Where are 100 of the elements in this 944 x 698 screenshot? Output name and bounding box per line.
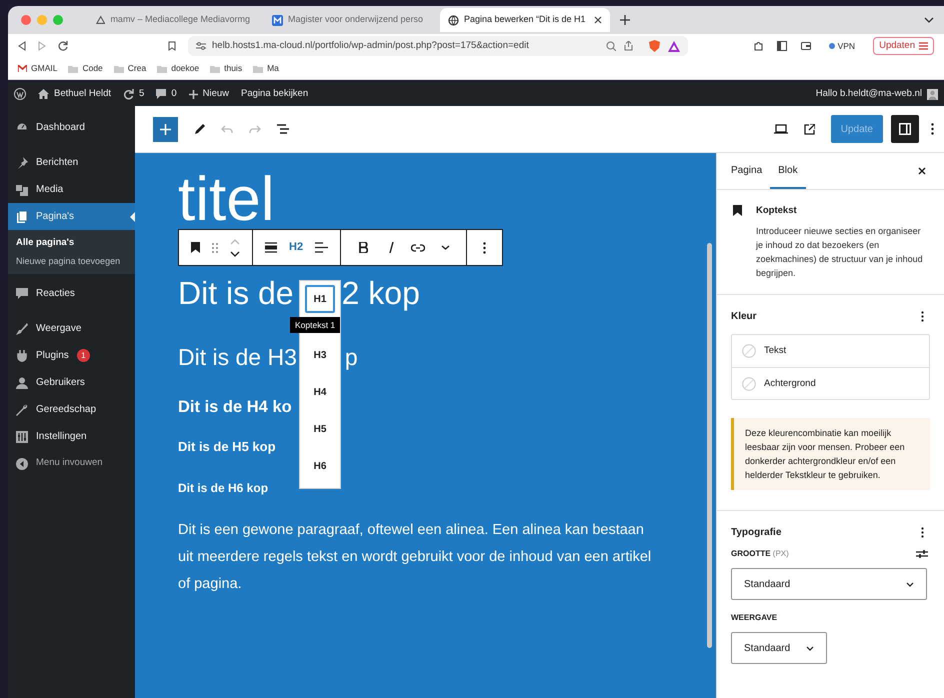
sidebar-item[interactable]: Gebruikers [8, 369, 135, 396]
sidebar-item[interactable]: Media [8, 176, 135, 203]
wallet-icon[interactable] [800, 41, 811, 51]
scrollbar[interactable] [707, 243, 712, 648]
folder-icon [253, 64, 264, 72]
reload-icon[interactable] [58, 41, 68, 51]
shield-icon[interactable] [649, 40, 660, 52]
view-page-link[interactable]: Pagina bekijken [241, 86, 308, 102]
submenu-item[interactable]: Alle pagina's [8, 236, 135, 249]
comments-link[interactable]: 0 [156, 86, 177, 102]
pen-icon[interactable] [194, 124, 205, 134]
bold-icon[interactable] [359, 242, 368, 253]
align-full-icon[interactable] [265, 242, 277, 253]
block-name: Koptekst [756, 204, 798, 218]
color-option[interactable]: Tekst [732, 335, 929, 368]
drag-handle-icon[interactable] [212, 242, 218, 252]
mail-logo-icon [18, 65, 27, 72]
panel-tab[interactable]: Pagina [723, 153, 770, 189]
greeting-link[interactable]: Hallo b.heldt@ma-web.nl [816, 86, 922, 102]
heading-level-option[interactable]: H5 [305, 415, 335, 443]
chevron-down-icon [906, 582, 914, 587]
settings-toggle-button[interactable] [891, 115, 919, 143]
section-title: Kleur [731, 310, 757, 324]
bookmark-item[interactable]: doekoe [157, 62, 200, 75]
folder-icon [114, 64, 124, 72]
bookmark-icon[interactable] [168, 41, 176, 51]
heading-level-button[interactable]: H2 [289, 239, 304, 256]
sidebar-icon[interactable] [776, 41, 787, 51]
bookmark-item[interactable]: GMAIL [18, 62, 58, 75]
avatar-icon[interactable] [927, 88, 938, 100]
options-icon[interactable] [483, 242, 486, 254]
heading-text: Dit is de H4 ko [178, 397, 292, 418]
browser-tab[interactable]: Pagina bewerken “Dit is de H1 [440, 8, 610, 32]
sidebar-item[interactable]: Weergave [8, 315, 135, 342]
panel-tab[interactable]: Blok [770, 153, 806, 189]
warning-notice: Deze kleurencombinatie kan moeilijk leesbaar zijn voor mensen. Probeer een donkerder achtergrondkleur en/of een helderder Tekstkleur te gebruiken. [731, 418, 930, 490]
zoom-icon[interactable] [606, 41, 616, 51]
options-icon[interactable] [931, 123, 934, 135]
status-dot-icon [828, 43, 835, 49]
bookmark-item[interactable]: Crea [114, 62, 146, 75]
chevron-down-icon[interactable] [924, 17, 934, 23]
sidebar-item[interactable]: Berichten [8, 149, 135, 176]
sidebar-item[interactable]: Plugins 1 [8, 342, 135, 369]
new-link[interactable]: Nieuw [188, 86, 230, 102]
close-icon[interactable] [594, 16, 602, 24]
wp-logo-icon[interactable] [14, 88, 26, 100]
heading-level-option[interactable]: H4 [305, 378, 335, 406]
refresh-icon [123, 88, 134, 100]
comment-icon [16, 288, 28, 300]
link-icon[interactable] [411, 244, 426, 252]
sidebar-item[interactable]: Gereedschap [8, 396, 135, 423]
bookmark-item[interactable]: Ma [253, 62, 279, 75]
heading-text: Dit is de H5 kop [178, 438, 276, 456]
heading-text: Dit is de H3 [178, 343, 297, 372]
heading-level-option[interactable]: H3 [305, 341, 335, 369]
browser-tab[interactable]: Magister voor onderwijzend perso [264, 8, 434, 32]
site-link[interactable]: Bethuel Heldt [38, 86, 112, 102]
bookmark-icon[interactable] [191, 242, 200, 253]
bookmark-item[interactable]: thuis [210, 62, 242, 75]
folder-icon [210, 64, 220, 72]
laptop-icon[interactable] [774, 124, 788, 134]
submenu-item[interactable]: Nieuwe pagina toevoegen [8, 255, 135, 268]
empty-swatch-icon [742, 376, 756, 391]
heading-text: 2 kop [342, 274, 420, 313]
heading-level-option[interactable]: H1 [305, 285, 335, 313]
close-icon[interactable] [918, 167, 926, 175]
sidebar-item[interactable]: Dashboard [8, 114, 135, 141]
update-browser-button[interactable]: Updaten [873, 37, 934, 55]
color-option[interactable]: Achtergrond [732, 367, 929, 400]
sidebar-item[interactable]: Pagina's [8, 203, 135, 230]
external-link-icon[interactable] [804, 124, 815, 134]
sidebar-item[interactable]: Reacties [8, 280, 135, 307]
updates-link[interactable]: 5 [123, 86, 144, 102]
back-icon[interactable] [18, 41, 26, 51]
home-icon [38, 89, 49, 99]
list-view-icon[interactable] [277, 124, 289, 134]
options-icon[interactable] [921, 311, 924, 322]
sidebar-item[interactable]: Instellingen [8, 423, 135, 450]
browser-tab[interactable]: mamv – Mediacollege Mediavormg [88, 8, 258, 32]
collapse-menu-button[interactable]: Menu invouwen [8, 450, 135, 477]
select-field[interactable]: Standaard [731, 568, 927, 600]
text-align-icon[interactable] [315, 242, 328, 253]
empty-swatch-icon [742, 344, 756, 358]
options-icon[interactable] [921, 527, 924, 538]
bookmark-item[interactable]: Code [68, 62, 103, 75]
add-block-button[interactable] [153, 116, 178, 142]
italic-icon[interactable] [388, 242, 396, 253]
plus-icon[interactable] [620, 15, 630, 25]
share-icon[interactable] [624, 41, 633, 51]
plus-icon [160, 124, 171, 134]
section-title: Typografie [731, 526, 782, 540]
chevron-down-icon[interactable] [441, 245, 450, 250]
heading-level-option[interactable]: H6 [305, 452, 335, 480]
globe-icon [448, 14, 459, 26]
triangle-logo-icon[interactable] [668, 40, 680, 52]
address-field[interactable]: helb.hosts1.ma-cloud.nl/portfolio/wp-admin/post.php?post=175&action=edit [188, 36, 688, 56]
vpn-button[interactable]: VPN [824, 40, 860, 52]
extension-icon[interactable] [752, 41, 763, 51]
select-field[interactable]: Standaard [731, 632, 827, 664]
sliders-icon[interactable] [916, 549, 928, 560]
